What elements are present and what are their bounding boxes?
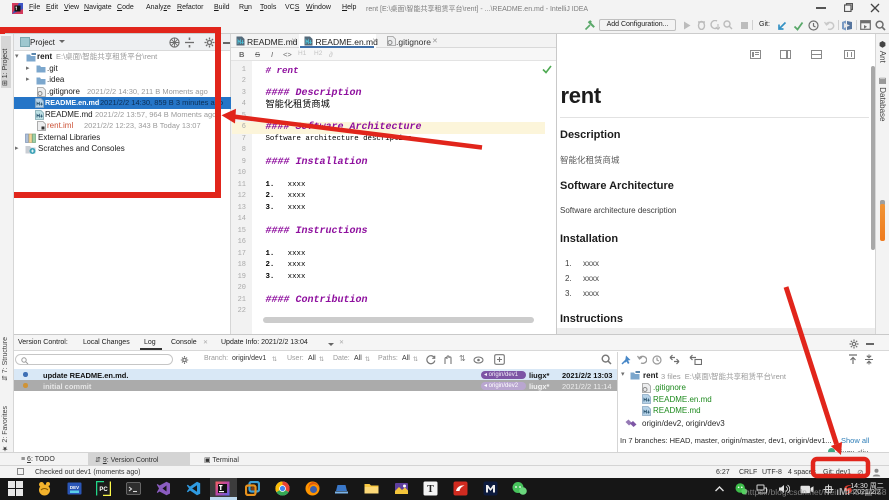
svg-text:T: T: [427, 484, 434, 495]
svg-text:PC: PC: [99, 487, 108, 493]
svg-text:DEV: DEV: [70, 485, 79, 490]
